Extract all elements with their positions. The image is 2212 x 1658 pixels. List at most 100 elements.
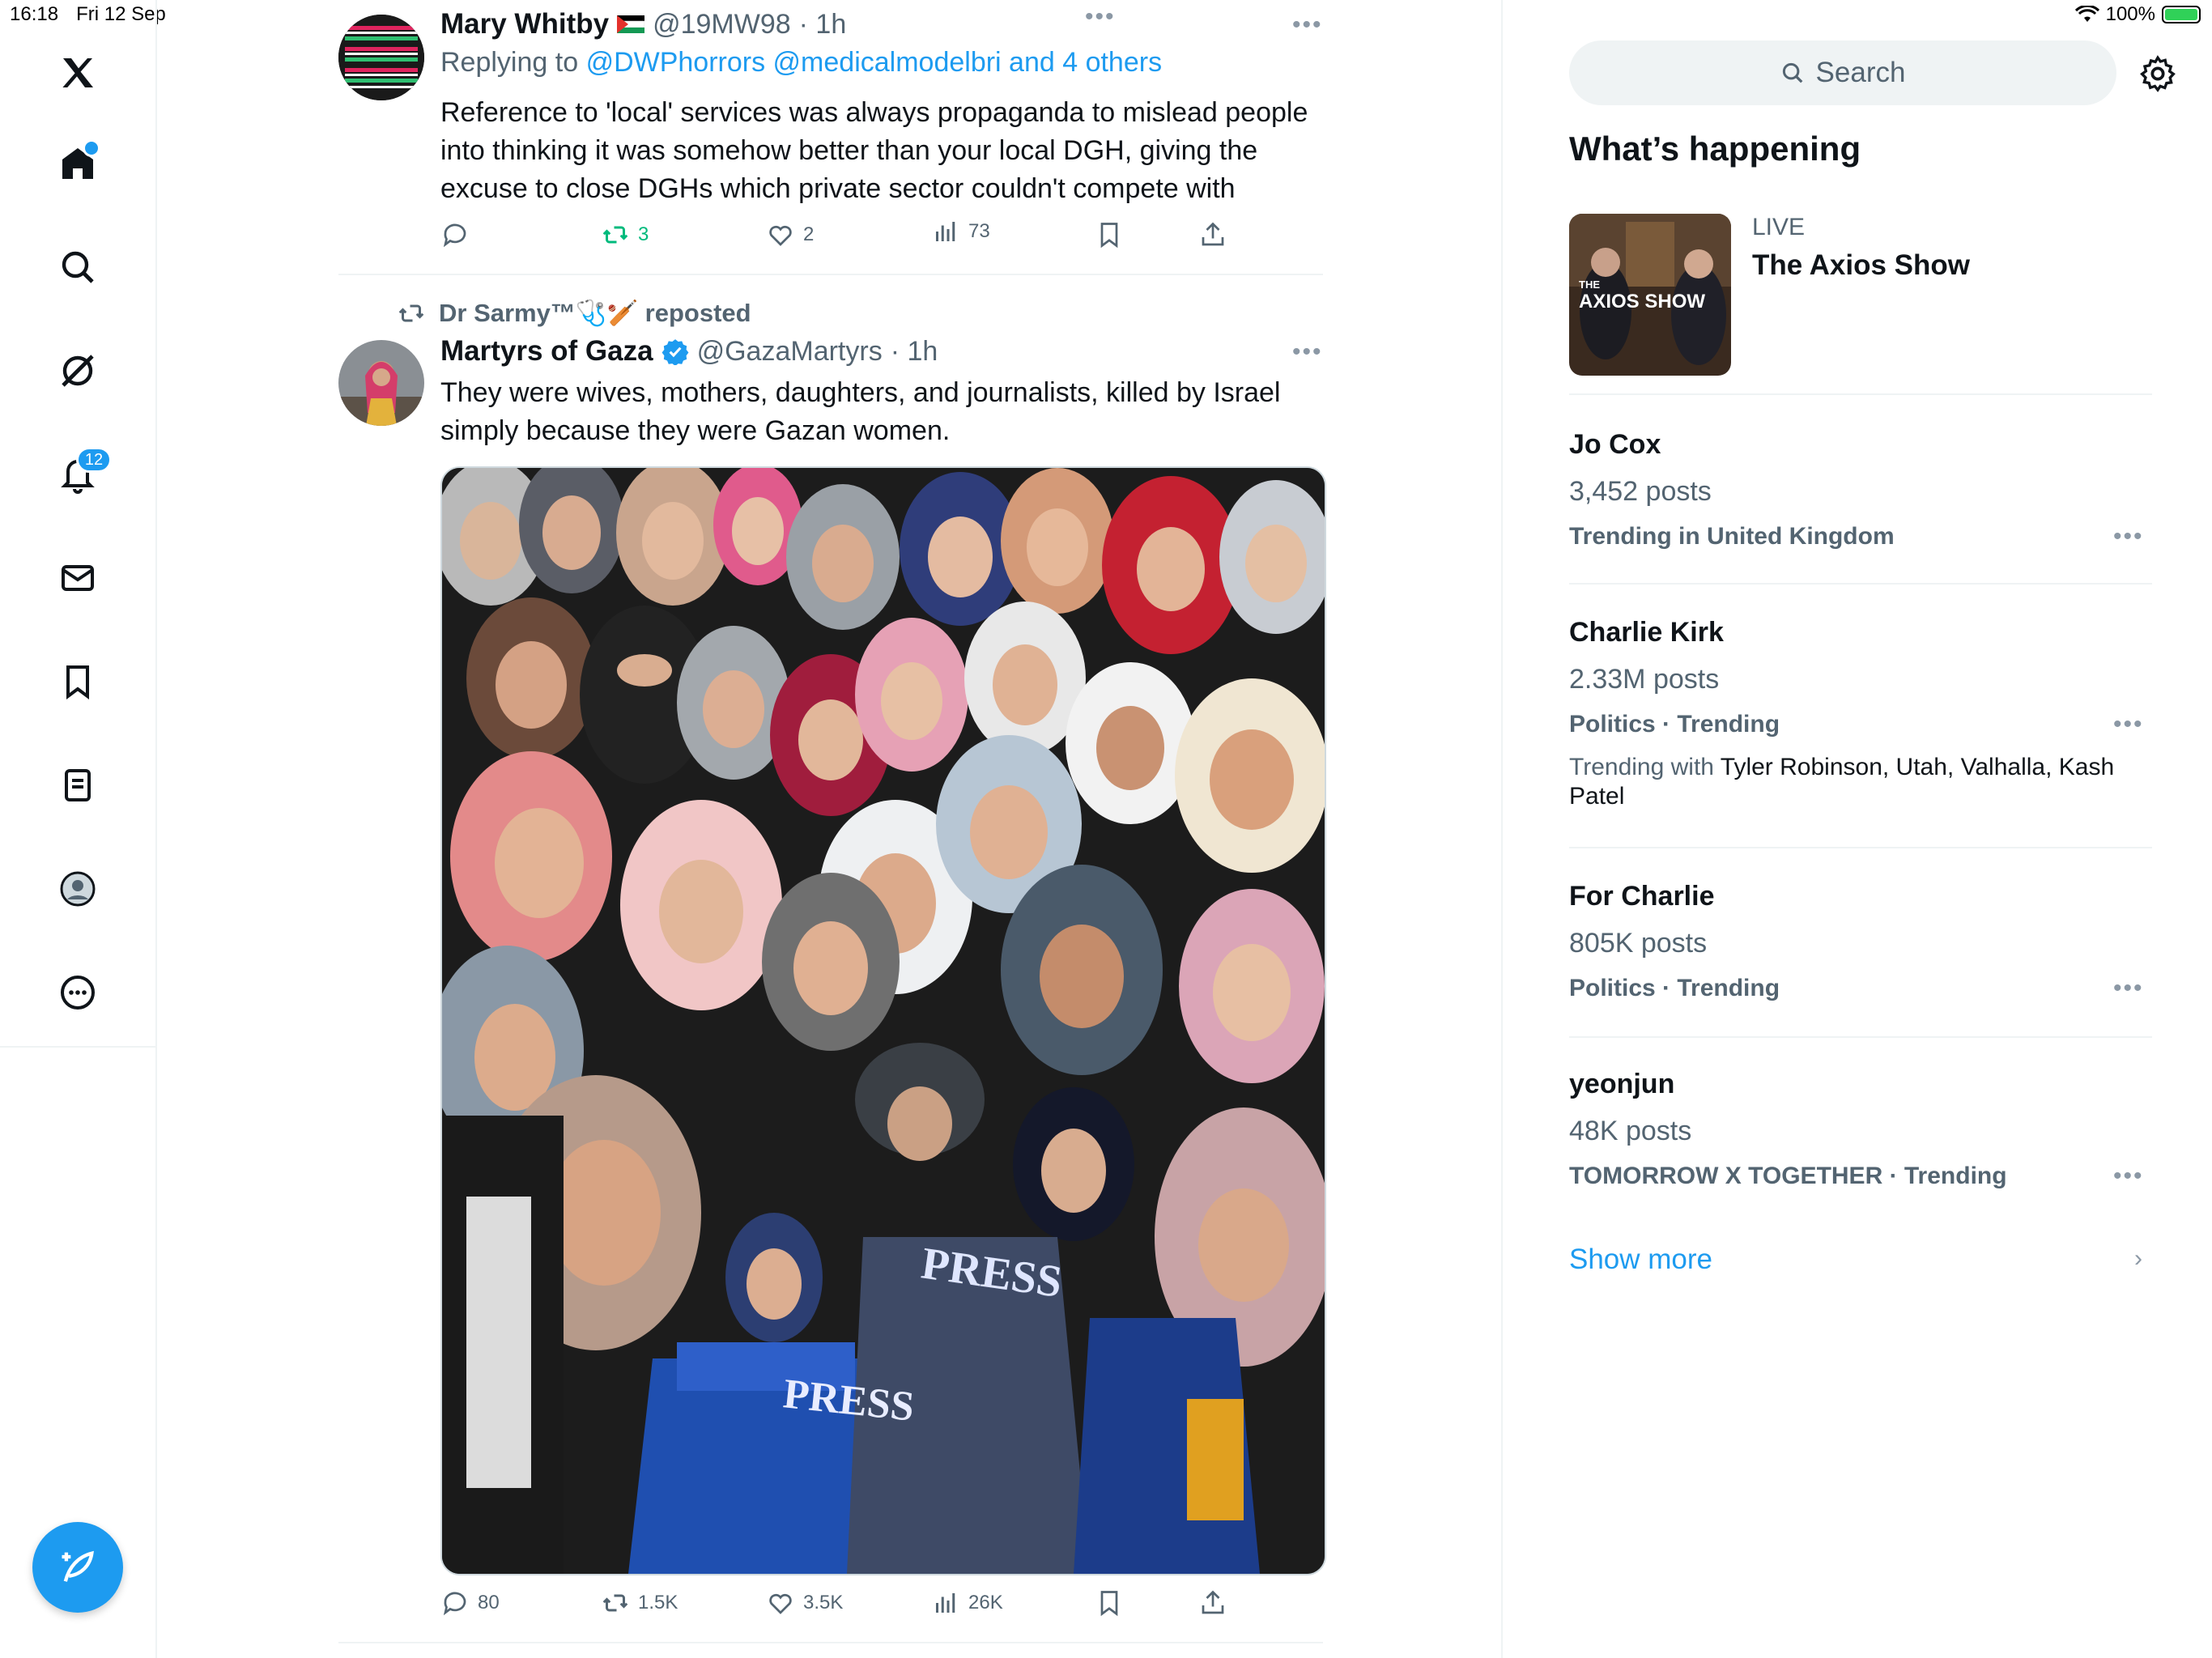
tweet-2-like-count: 3.5K: [803, 1592, 844, 1613]
x-logo-icon[interactable]: [50, 45, 105, 100]
live-thumb-text: AXIOS SHOW: [1579, 291, 1705, 312]
search-input[interactable]: Search: [1569, 40, 2116, 105]
tweet-2-text: They were wives, mothers, daughters, and…: [440, 377, 1281, 446]
tweet-2-retweet-button[interactable]: 1.5K: [601, 1588, 678, 1618]
tweet-2-avatar[interactable]: [338, 340, 424, 426]
tweet-1-like-count: 2: [803, 223, 815, 245]
tweet-1-retweet-count: 3: [638, 223, 649, 245]
tweet-2-views[interactable]: 26K: [931, 1588, 1003, 1618]
compose-feather-icon: [62, 1550, 94, 1582]
live-thumbnail[interactable]: THE AXIOS SHOW: [1569, 214, 1731, 376]
chevron-right-icon: ›: [2134, 1245, 2142, 1272]
tweet-1-text: Reference to 'local' services was always…: [440, 97, 1308, 204]
trend-separator: [1569, 847, 2152, 848]
trend-3-name[interactable]: For Charlie: [1569, 881, 1714, 912]
profile-icon[interactable]: [50, 861, 105, 916]
compose-button[interactable]: [32, 1522, 123, 1613]
trend-4-more-icon[interactable]: •••: [2113, 1163, 2144, 1190]
replying-to-label: Replying to: [440, 47, 579, 78]
tweet-2-handle[interactable]: @GazaMartyrs: [697, 336, 883, 368]
trend-2-more-icon[interactable]: •••: [2113, 711, 2144, 738]
tweet-2-bookmark-button[interactable]: [1095, 1588, 1124, 1618]
collage-graphic: PRESS PRESS: [442, 468, 1325, 1574]
bookmark-icon: [1100, 1591, 1118, 1617]
trend-4-meta: TOMORROW X TOGETHER · Trending: [1569, 1163, 2007, 1189]
status-bar-right: 100%: [2074, 3, 2201, 26]
bookmarks-icon[interactable]: [50, 654, 105, 709]
tweet-1-avatar[interactable]: [338, 15, 424, 100]
left-nav-rail: 12: [0, 0, 157, 1658]
battery-percent: 100%: [2105, 3, 2155, 25]
tweet-2-like-button[interactable]: 3.5K: [766, 1588, 843, 1618]
views-icon: [936, 222, 955, 241]
home-icon[interactable]: [50, 136, 105, 191]
repost-by-text: Dr Sarmy™🩺🏏 reposted: [439, 299, 751, 327]
trend-1-more-icon[interactable]: •••: [2113, 523, 2144, 551]
tweet-2-reply-button[interactable]: 80: [440, 1588, 500, 1618]
messages-icon[interactable]: [50, 551, 105, 606]
trend-1-name[interactable]: Jo Cox: [1569, 429, 1661, 461]
heart-icon: [769, 1593, 792, 1614]
tweet-1-header: Mary Whitby @19MW98 · 1h: [440, 8, 846, 40]
trend-1-meta: Trending in United Kingdom: [1569, 523, 1895, 550]
home-unread-dot: [83, 139, 100, 157]
live-thumb-small-text: THE: [1579, 278, 1600, 291]
tweet-1-bookmark-button[interactable]: [1095, 220, 1124, 249]
tweet-1-retweet-button[interactable]: 3: [601, 220, 649, 249]
replying-to-users[interactable]: @DWPhorrors @medicalmodelbri and 4 other…: [586, 47, 1163, 78]
repost-icon: [398, 304, 424, 321]
tweet-1-replying: Replying to @DWPhorrors @medicalmodelbri…: [440, 47, 1162, 79]
live-title[interactable]: The Axios Show: [1752, 249, 1970, 282]
trend-2-count: 2.33M posts: [1569, 664, 1720, 695]
trend-separator: [1569, 1036, 2152, 1038]
tweet-2-share-button[interactable]: [1198, 1588, 1227, 1618]
tweet-1-author[interactable]: Mary Whitby: [440, 8, 609, 40]
tweet-1-view-count: 73: [968, 220, 990, 242]
notifications-badge: 12: [76, 447, 112, 473]
reply-icon: [443, 223, 466, 248]
tweet-1-share-button[interactable]: [1198, 220, 1227, 249]
battery-icon: [2162, 6, 2201, 23]
search-icon: [1782, 62, 1802, 83]
tweet-separator: [338, 1642, 1323, 1643]
trend-2-name[interactable]: Charlie Kirk: [1569, 617, 1724, 648]
retweet-icon: [602, 1594, 628, 1612]
notifications-icon[interactable]: 12: [50, 447, 112, 502]
tweet-1-like-button[interactable]: 2: [766, 220, 814, 249]
more-icon[interactable]: [50, 965, 105, 1020]
trend-2-meta: Politics · Trending: [1569, 711, 1780, 738]
tweet-separator: [338, 274, 1323, 275]
tweet-2-author[interactable]: Martyrs of Gaza: [440, 335, 653, 368]
search-icon[interactable]: [50, 240, 105, 295]
palestine-flag-icon: [617, 15, 645, 33]
retweet-icon: [602, 226, 628, 244]
tweet-1-more-icon[interactable]: •••: [1292, 11, 1323, 39]
rail-divider: [0, 1046, 155, 1048]
trend-3-meta: Politics · Trending: [1569, 975, 1780, 1001]
tweet-2-retweet-count: 1.5K: [638, 1592, 678, 1613]
tweet-1-reply-button[interactable]: [440, 220, 470, 249]
bookmark-icon: [1100, 223, 1118, 249]
grok-icon[interactable]: [50, 343, 105, 398]
tweet-1-handle[interactable]: @19MW98: [653, 9, 791, 40]
trend-separator: [1569, 583, 2152, 585]
tweet-2-image[interactable]: PRESS PRESS: [440, 466, 1326, 1575]
settings-gear-icon[interactable]: [2138, 53, 2178, 94]
show-more-link[interactable]: Show more: [1569, 1244, 1712, 1276]
live-label: LIVE: [1752, 214, 1806, 240]
tweet-1-views[interactable]: 73: [931, 217, 990, 246]
tweet-2-reply-count: 80: [478, 1592, 500, 1613]
share-icon: [1202, 222, 1224, 246]
repost-context[interactable]: Dr Sarmy™🩺🏏 reposted: [397, 298, 751, 328]
tweet-2-header: Martyrs of Gaza @GazaMartyrs · 1h: [440, 335, 938, 368]
trend-4-count: 48K posts: [1569, 1116, 1692, 1146]
lists-icon[interactable]: [50, 758, 105, 813]
tweet-2-more-icon[interactable]: •••: [1292, 338, 1323, 366]
wifi-icon: [2074, 6, 2099, 22]
timeline-right-border: [1501, 0, 1503, 1658]
trend-4-name[interactable]: yeonjun: [1569, 1069, 1674, 1100]
trend-1-count: 3,452 posts: [1569, 476, 1712, 507]
verified-badge-icon: [661, 339, 689, 365]
trend-3-more-icon[interactable]: •••: [2113, 975, 2144, 1002]
tweet-1-time: · 1h: [798, 8, 847, 40]
